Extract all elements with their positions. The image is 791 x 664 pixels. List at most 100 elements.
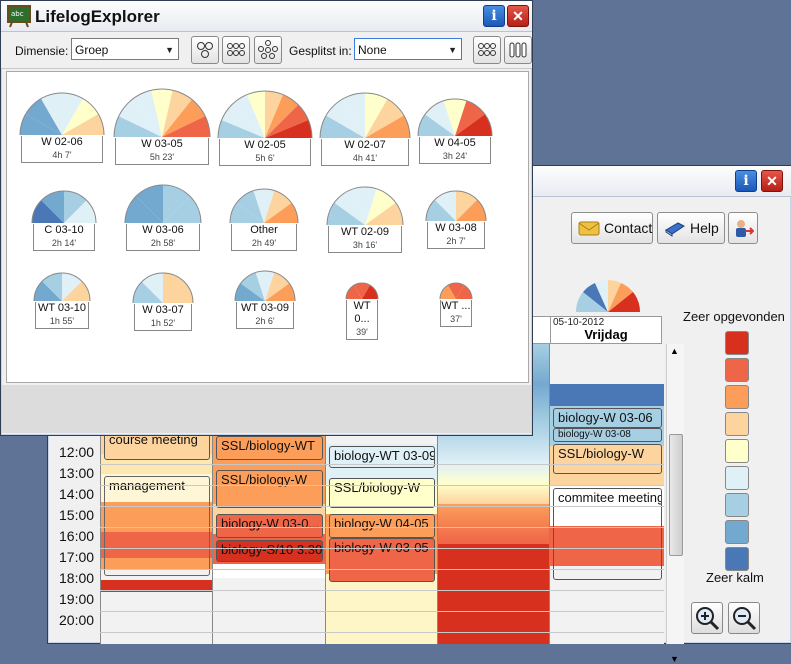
event-block[interactable]: biology-W 03-0...: [216, 514, 323, 538]
fan-duration: 3h 16': [352, 240, 378, 250]
book-icon: [665, 222, 685, 237]
fan-chart-icon: [229, 188, 299, 224]
legend-swatch: [725, 358, 749, 382]
zoom-in-button[interactable]: [691, 602, 723, 634]
fan-caption: W 03-08 2h 7': [427, 222, 485, 249]
fan-duration: 5h 6': [255, 153, 275, 163]
scroll-up-icon[interactable]: ▲: [670, 346, 679, 356]
event-block[interactable]: SSL/biology-W: [329, 478, 435, 508]
fan-duration: 2h 58': [150, 238, 176, 248]
fan-glyph-9[interactable]: WT 02-09 3h 16': [324, 186, 406, 253]
fan-caption: WT 03-10 1h 55': [35, 302, 89, 329]
contact-label: Contact: [604, 220, 653, 236]
fan-glyph-7[interactable]: W 03-06 2h 58': [122, 184, 204, 251]
fan-duration: 39': [356, 327, 368, 337]
fan-chart-icon: [439, 282, 473, 300]
logout-button[interactable]: [728, 212, 758, 244]
fan-glyph-1[interactable]: W 02-06 4h 7': [17, 92, 107, 163]
fan-glyph-10[interactable]: W 03-08 2h 7': [423, 190, 489, 249]
explorer-titlebar: abc LifelogExplorer i ✕: [1, 1, 532, 32]
fan-label: W 03-07: [142, 304, 184, 316]
zoom-out-icon: [733, 607, 757, 631]
scroll-down-icon[interactable]: ▼: [670, 654, 679, 664]
legend-swatch: [725, 547, 749, 571]
event-block[interactable]: biology-W 03-08: [553, 428, 662, 442]
chevron-down-icon: ▼: [165, 45, 174, 55]
window-title: LifelogExplorer: [35, 7, 160, 26]
calendar-scrollbar[interactable]: ▲ ▼: [666, 344, 684, 664]
event-block[interactable]: biology-S/10 3.30: [216, 540, 323, 562]
fan-caption: W 03-05 5h 23': [115, 138, 209, 165]
event-block[interactable]: management: [104, 476, 210, 576]
event-block[interactable]: SSL/biology-W: [553, 444, 662, 474]
day-column-header-fri[interactable]: 05-10-2012 Vrijdag: [550, 316, 662, 344]
fan-duration: 3h 24': [442, 151, 468, 161]
circles-grid-icon: [478, 43, 496, 56]
zoom-in-icon: [696, 607, 720, 631]
fan-glyph-8[interactable]: Other 2h 49': [227, 188, 301, 251]
fan-glyph-2[interactable]: W 03-05 5h 23': [111, 88, 213, 165]
scroll-thumb[interactable]: [669, 434, 683, 556]
status-bar: [2, 385, 531, 433]
fan-duration: 4h 7': [52, 150, 72, 160]
fan-duration: 5h 23': [149, 152, 175, 162]
info-button[interactable]: i: [735, 170, 757, 192]
fan-glyph-6[interactable]: C 03-10 2h 14': [29, 190, 99, 251]
close-button[interactable]: ✕: [761, 170, 783, 192]
fan-glyph-12[interactable]: W 03-07 1h 52': [130, 272, 196, 331]
event-block[interactable]: biology-W 03-06: [553, 408, 662, 428]
fan-glyph-15[interactable]: WT ... 37': [437, 282, 475, 327]
time-label: 12:00: [59, 444, 95, 460]
event-block[interactable]: commitee meeting: [553, 488, 662, 580]
app-logo-icon: abc: [7, 5, 31, 28]
fan-label: W 02-07: [344, 139, 386, 151]
legend-swatch: [725, 412, 749, 436]
legend-swatch: [725, 493, 749, 517]
fan-glyph-11[interactable]: WT 03-10 1h 55': [31, 272, 93, 329]
fan-duration: 4h 41': [352, 153, 378, 163]
split-label: Gesplitst in:: [289, 44, 352, 58]
fan-chart-icon: [124, 184, 202, 224]
split-columns-button[interactable]: [504, 36, 532, 64]
layout-ring-button[interactable]: [254, 36, 282, 64]
legend-bottom-label: Zeer kalm: [706, 570, 764, 585]
fan-chart-icon: [345, 282, 379, 300]
circles-3-icon: [197, 42, 213, 58]
layout-grid-button[interactable]: [222, 36, 250, 64]
fan-glyph-14[interactable]: WT 0... 39': [343, 282, 381, 340]
info-button[interactable]: i: [483, 5, 505, 27]
split-grid-button[interactable]: [473, 36, 501, 64]
columns-icon: [509, 42, 527, 58]
fan-glyph-5[interactable]: W 04-05 3h 24': [415, 98, 495, 164]
fan-label: W 03-06: [142, 224, 184, 236]
legend-swatch: [725, 385, 749, 409]
layout-3-button[interactable]: [191, 36, 219, 64]
fan-chart-icon: [132, 272, 194, 304]
event-block[interactable]: SSL/biology-WT: [216, 436, 323, 460]
fan-glyph-13[interactable]: WT 03-09 2h 6': [232, 270, 298, 329]
fan-label: WT ...: [441, 300, 471, 312]
dimension-label: Dimensie:: [15, 44, 69, 58]
time-label: 20:00: [59, 612, 95, 628]
fan-glyph-3[interactable]: W 02-05 5h 6': [215, 90, 315, 166]
dimension-select[interactable]: Groep ▼: [71, 38, 179, 60]
event-block[interactable]: biology-W 03-05: [329, 538, 435, 582]
contact-button[interactable]: Contact: [571, 212, 653, 244]
close-button[interactable]: ✕: [507, 5, 529, 27]
fan-label: W 02-06: [41, 136, 83, 148]
event-block[interactable]: SSL/biology-W: [216, 470, 323, 508]
fan-caption: C 03-10 2h 14': [33, 224, 95, 251]
fan-label: WT 0...: [353, 300, 371, 325]
fan-chart-icon: [326, 186, 404, 226]
split-select[interactable]: None ▼: [354, 38, 462, 60]
envelope-icon: [578, 221, 600, 236]
zoom-out-button[interactable]: [728, 602, 760, 634]
fan-chart-icon: [234, 270, 296, 302]
help-button[interactable]: Help: [657, 212, 725, 244]
fan-caption: WT ... 37': [440, 300, 472, 327]
event-block[interactable]: biology-W 04-05: [329, 514, 435, 538]
svg-text:abc: abc: [11, 10, 24, 18]
fan-duration: 2h 14': [51, 238, 77, 248]
fan-glyph-4[interactable]: W 02-07 4h 41': [317, 92, 413, 166]
fan-label: WT 02-09: [340, 226, 390, 238]
